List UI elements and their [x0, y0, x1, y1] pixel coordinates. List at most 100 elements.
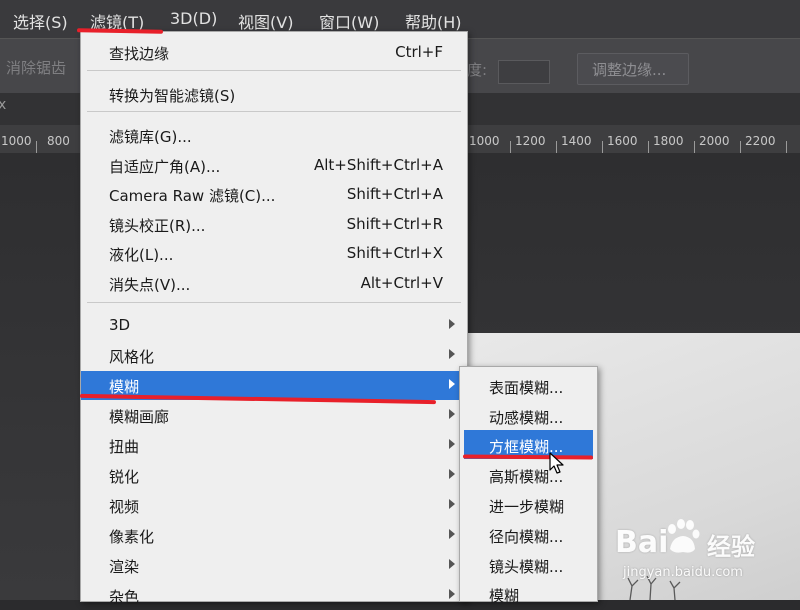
submenu-arrow-icon: [449, 379, 455, 389]
feather-input[interactable]: [498, 60, 550, 84]
refine-edge-button-label: 调整边缘...: [592, 61, 667, 79]
menu-item-3d[interactable]: 3D: [81, 311, 467, 340]
tab-close-icon[interactable]: x: [0, 97, 6, 113]
menu-item-label: 3D: [109, 316, 131, 334]
menu-item-pixelate[interactable]: 像素化: [81, 521, 467, 550]
menu-item-convert-smart-filter[interactable]: 转换为智能滤镜(S): [81, 80, 467, 109]
menu-item-filter-gallery[interactable]: 滤镜库(G)...: [81, 121, 467, 150]
menu-item-lens-correction[interactable]: 镜头校正(R)... Shift+Ctrl+R: [81, 210, 467, 239]
submenu-arrow-icon: [449, 439, 455, 449]
submenu-arrow-icon: [449, 349, 455, 359]
menu-item-label: 滤镜库(G)...: [109, 128, 192, 146]
menu-item-label: 扭曲: [109, 438, 140, 456]
submenu-item-label: 动感模糊...: [489, 409, 564, 427]
antialias-checkbox-label[interactable]: 消除锯齿: [6, 57, 66, 78]
menu-view[interactable]: 视图(V): [238, 9, 293, 33]
menu-item-vanishing-point[interactable]: 消失点(V)... Alt+Ctrl+V: [81, 269, 467, 298]
menu-item-label: 风格化: [109, 348, 155, 366]
menu-item-label: 液化(L)...: [109, 246, 174, 264]
ruler-tick: [648, 141, 649, 153]
menu-item-blur-gallery[interactable]: 模糊画廊: [81, 401, 467, 430]
ruler-tick: [510, 141, 511, 153]
menu-item-noise[interactable]: 杂色: [81, 581, 467, 610]
menu-item-label: 镜头校正(R)...: [109, 217, 206, 235]
ruler-label: 2000: [699, 134, 730, 148]
submenu-item-motion-blur[interactable]: 动感模糊...: [460, 401, 597, 430]
baidu-jingyan-watermark: Bai 经验 jingyan.baidu.com: [615, 517, 800, 600]
menu-item-label: 像素化: [109, 528, 155, 546]
menu-item-shortcut: Alt+Ctrl+V: [360, 274, 443, 292]
menu-item-liquify[interactable]: 液化(L)... Shift+Ctrl+X: [81, 239, 467, 268]
blur-submenu: 表面模糊... 动感模糊... 方框模糊... 高斯模糊... 进一步模糊 径向…: [459, 366, 598, 605]
ruler-tick: [694, 141, 695, 153]
menu-item-shortcut: Shift+Ctrl+A: [346, 185, 443, 203]
menu-item-stylize[interactable]: 风格化: [81, 341, 467, 370]
submenu-item-blur[interactable]: 模糊: [460, 579, 597, 608]
submenu-item-lens-blur[interactable]: 镜头模糊...: [460, 550, 597, 579]
ruler-label: 1400: [561, 134, 592, 148]
menu-item-label: 杂色: [109, 588, 140, 606]
submenu-item-label: 表面模糊...: [489, 379, 564, 397]
menu-window[interactable]: 窗口(W): [319, 9, 379, 33]
mouse-pointer-icon: [549, 452, 564, 474]
ruler-tick: [786, 141, 787, 153]
submenu-item-gaussian-blur[interactable]: 高斯模糊...: [460, 460, 597, 489]
submenu-item-label: 镜头模糊...: [489, 558, 564, 576]
submenu-arrow-icon: [449, 499, 455, 509]
menu-item-label: 自适应广角(A)...: [109, 158, 221, 176]
ruler-tick: [602, 141, 603, 153]
watermark-url: jingyan.baidu.com: [623, 565, 743, 580]
menu-item-label: 模糊画廊: [109, 408, 170, 426]
submenu-arrow-icon: [449, 559, 455, 569]
feather-label: 度:: [467, 61, 488, 79]
submenu-arrow-icon: [449, 319, 455, 329]
menu-item-camera-raw[interactable]: Camera Raw 滤镜(C)... Shift+Ctrl+A: [81, 180, 467, 209]
watermark-jingyan-text: 经验: [707, 533, 755, 561]
ruler-label: 1600: [607, 134, 638, 148]
watermark-brand-text: Bai: [615, 525, 669, 560]
menu-separator: [87, 302, 461, 303]
menu-item-shortcut: Shift+Ctrl+R: [346, 215, 443, 233]
menu-item-label: 消失点(V)...: [109, 276, 191, 294]
ruler-label: 800: [47, 134, 70, 148]
ruler-label: 1800: [653, 134, 684, 148]
submenu-item-surface-blur[interactable]: 表面模糊...: [460, 371, 597, 400]
menu-select[interactable]: 选择(S): [13, 9, 68, 33]
ruler-label: 1000: [1, 134, 32, 148]
menu-separator: [87, 111, 461, 112]
menu-item-label: 渲染: [109, 558, 140, 576]
refine-edge-button[interactable]: 调整边缘...: [577, 53, 689, 85]
menu-item-label: 锐化: [109, 468, 140, 486]
menu-item-sharpen[interactable]: 锐化: [81, 461, 467, 490]
menu-item-find-edges[interactable]: 查找边缘 Ctrl+F: [81, 38, 467, 67]
menu-separator: [87, 70, 461, 71]
ruler-tick: [556, 141, 557, 153]
submenu-item-label: 径向模糊...: [489, 528, 564, 546]
menu-item-shortcut: Shift+Ctrl+X: [346, 244, 443, 262]
ruler-tick: [740, 141, 741, 153]
baidu-paw-icon: [668, 519, 700, 553]
menu-item-adaptive-wide-angle[interactable]: 自适应广角(A)... Alt+Shift+Ctrl+A: [81, 151, 467, 180]
menu-item-shortcut: Ctrl+F: [395, 43, 443, 61]
menu-item-label: Camera Raw 滤镜(C)...: [109, 187, 276, 205]
menu-item-distort[interactable]: 扭曲: [81, 431, 467, 460]
menu-item-label: 视频: [109, 498, 140, 516]
menu-item-shortcut: Alt+Shift+Ctrl+A: [313, 156, 443, 174]
menu-item-label: 转换为智能滤镜(S): [109, 87, 236, 105]
menu-item-render[interactable]: 渲染: [81, 551, 467, 580]
filter-menu: 查找边缘 Ctrl+F 转换为智能滤镜(S) 滤镜库(G)... 自适应广角(A…: [80, 31, 468, 606]
submenu-arrow-icon: [449, 409, 455, 419]
menu-help[interactable]: 帮助(H): [405, 9, 462, 33]
submenu-item-label: 模糊: [489, 587, 520, 605]
menu-item-label: 查找边缘: [109, 45, 170, 63]
ruler-tick: [36, 141, 37, 153]
ruler-label: 2200: [745, 134, 776, 148]
submenu-arrow-icon: [449, 469, 455, 479]
ruler-label: 1200: [515, 134, 546, 148]
menu-item-video[interactable]: 视频: [81, 491, 467, 520]
submenu-item-blur-more[interactable]: 进一步模糊: [460, 490, 597, 519]
submenu-item-radial-blur[interactable]: 径向模糊...: [460, 520, 597, 549]
submenu-arrow-icon: [449, 529, 455, 539]
submenu-item-label: 进一步模糊: [489, 498, 565, 516]
menu-3d[interactable]: 3D(D): [170, 9, 217, 28]
